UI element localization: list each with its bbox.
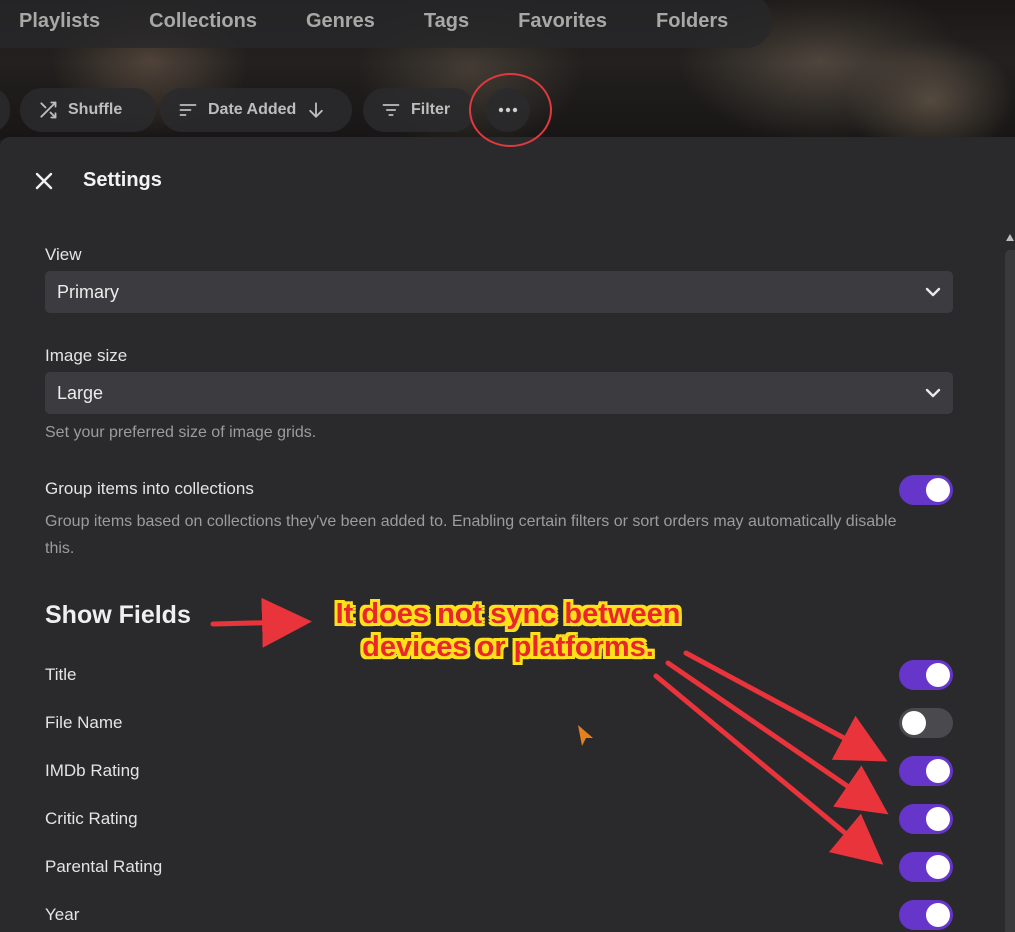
toggle-knob [926, 478, 950, 502]
toggle-knob [926, 663, 950, 687]
show-fields-title: Show Fields [45, 601, 191, 629]
shuffle-button[interactable]: Shuffle [20, 88, 156, 132]
filter-icon [382, 104, 400, 116]
shuffle-icon [40, 101, 57, 119]
view-select[interactable]: Primary [45, 271, 953, 313]
annotation-line-2: devices or platforms. [362, 631, 654, 663]
image-size-select-value: Large [57, 382, 104, 403]
field-parental-rating-toggle[interactable] [899, 852, 953, 882]
partial-toolbar-button[interactable] [0, 88, 10, 132]
sort-lines-icon [179, 104, 197, 116]
sort-button[interactable]: Date Added [160, 88, 352, 132]
mouse-cursor-icon [578, 725, 593, 746]
field-file-name-toggle[interactable] [899, 708, 953, 738]
group-collections-toggle[interactable] [899, 475, 953, 505]
tab-collections[interactable]: Collections [149, 10, 257, 33]
annotation-line-1: It does not sync between [335, 598, 681, 630]
group-collections-label: Group items into collections [45, 479, 254, 498]
tab-favorites[interactable]: Favorites [518, 10, 607, 33]
field-title-toggle[interactable] [899, 660, 953, 690]
chevron-down-icon [925, 388, 941, 398]
tab-genres[interactable]: Genres [306, 10, 375, 33]
image-size-select[interactable]: Large [45, 372, 953, 414]
tab-tags[interactable]: Tags [424, 10, 469, 33]
scroll-up-arrow-icon[interactable] [1005, 230, 1015, 244]
field-file-name-label: File Name [45, 713, 123, 732]
close-icon[interactable] [34, 171, 54, 191]
field-imdb-rating-label: IMDb Rating [45, 761, 140, 780]
library-tabs: Playlists Collections Genres Tags Favori… [0, 0, 772, 48]
toggle-knob [902, 711, 926, 735]
field-year-label: Year [45, 905, 80, 924]
filter-label: Filter [411, 101, 451, 118]
settings-title: Settings [83, 169, 162, 191]
arrow-down-icon [309, 102, 324, 118]
image-size-description: Set your preferred size of image grids. [45, 424, 317, 441]
tab-folders[interactable]: Folders [656, 10, 728, 33]
toggle-knob [926, 759, 950, 783]
toggle-knob [926, 807, 950, 831]
highlight-circle-annotation [469, 73, 552, 147]
image-size-label: Image size [45, 346, 128, 365]
tab-playlists[interactable]: Playlists [19, 10, 100, 33]
toggle-knob [926, 903, 950, 927]
field-imdb-rating-toggle[interactable] [899, 756, 953, 786]
field-title-label: Title [45, 665, 77, 684]
field-critic-rating-toggle[interactable] [899, 804, 953, 834]
toggle-knob [926, 855, 950, 879]
sort-label: Date Added [208, 101, 297, 118]
field-year-toggle[interactable] [899, 900, 953, 930]
annotation-text: It does not sync between devices or plat… [318, 598, 698, 664]
chevron-down-icon [925, 287, 941, 297]
scrollbar-thumb[interactable] [1005, 250, 1015, 932]
view-select-value: Primary [57, 281, 119, 302]
group-collections-description: Group items based on collections they've… [45, 513, 897, 557]
field-critic-rating-label: Critic Rating [45, 809, 138, 828]
shuffle-label: Shuffle [68, 101, 123, 118]
field-parental-rating-label: Parental Rating [45, 857, 163, 876]
filter-button[interactable]: Filter [363, 88, 475, 132]
view-label: View [45, 245, 82, 264]
